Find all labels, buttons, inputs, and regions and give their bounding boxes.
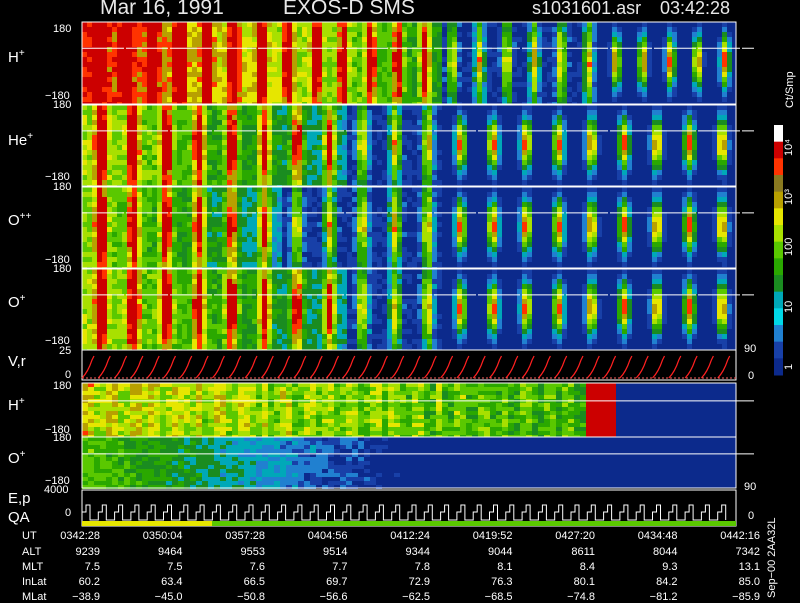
footer-cell: 8.4 [535, 561, 595, 573]
footer-cell: 7.5 [40, 561, 100, 573]
qa-bar-yellow [82, 521, 212, 526]
footer-cell: 9.3 [618, 561, 678, 573]
colorbar-seg-13 [774, 342, 783, 359]
footer-cell: 7.5 [123, 561, 183, 573]
tick-ep-bottom: 0 [65, 507, 71, 519]
footer-cell: 63.4 [123, 576, 183, 588]
footer-cell: 0357:28 [205, 530, 265, 542]
panel-label-h-plus: H+ [8, 48, 25, 66]
footer-cell: 66.5 [205, 576, 265, 588]
footer-cell: 8611 [535, 546, 595, 558]
colorbar-seg-2 [774, 158, 783, 175]
footer-cell: −45.0 [123, 591, 183, 603]
footer-cell: 13.1 [700, 561, 760, 573]
colorbar-seg-7 [774, 242, 783, 259]
footer-cell: 7.8 [370, 561, 430, 573]
tick-p1-top: 180 [53, 23, 71, 35]
footer-cell: 9044 [453, 546, 513, 558]
footer-cell: 76.3 [453, 576, 513, 588]
colorbar-seg-10 [774, 292, 783, 309]
footer-cell: 0412:24 [370, 530, 430, 542]
footer-cell: −68.5 [453, 591, 513, 603]
colorbar-seg-11 [774, 308, 783, 325]
tick-p4-top: 180 [53, 263, 71, 275]
footer-cell: 8.1 [453, 561, 513, 573]
right-tick-ep: 0 [748, 510, 754, 522]
colorbar-tick-100: 100 [783, 238, 795, 256]
sms-spectrogram-figure: Mar 16, 1991 EXOS-D SMS s1031601.asr 03:… [0, 0, 800, 600]
colorbar-seg-6 [774, 225, 783, 242]
footer-cell: −62.5 [370, 591, 430, 603]
footer-cell: −85.9 [700, 591, 760, 603]
footer-cell: 84.2 [618, 576, 678, 588]
footer-cell: 0404:56 [288, 530, 348, 542]
footer-cell: 7.7 [288, 561, 348, 573]
colorbar-tick-1e4: 10⁴ [783, 139, 795, 156]
panel-label-o-plus-lower: O+ [8, 449, 26, 467]
footer-cell: 69.7 [288, 576, 348, 588]
colorbar-seg-5 [774, 208, 783, 225]
panel-label-qa: QA [8, 509, 30, 526]
footer-cell: 9344 [370, 546, 430, 558]
footer-cell: 60.2 [40, 576, 100, 588]
footer-side-note: Sep−00 2AA32L [766, 518, 778, 598]
panel-label-he-plus: He+ [8, 131, 33, 149]
tick-p2-top: 180 [53, 99, 71, 111]
panel-label-ep: E,p [8, 490, 31, 507]
colorbar-tick-10: 10 [783, 301, 795, 313]
right-tick-o-lower: 90 [744, 481, 756, 493]
tick-p3-top: 180 [53, 181, 71, 193]
footer-cell: 85.0 [700, 576, 760, 588]
qa-bar-green [212, 521, 736, 526]
colorbar-seg-0 [774, 125, 783, 142]
footer-cell: 0342:28 [40, 530, 100, 542]
colorbar-seg-8 [774, 258, 783, 275]
footer-cell: 0350:04 [123, 530, 183, 542]
footer-cell: 8044 [618, 546, 678, 558]
panel-label-o-plus: O+ [8, 293, 26, 311]
footer-cell: 7.6 [205, 561, 265, 573]
footer-cell: 0442:16 [700, 530, 760, 542]
footer-cell: −38.9 [40, 591, 100, 603]
colorbar-seg-1 [774, 142, 783, 159]
footer-cell: 9514 [288, 546, 348, 558]
colorbar-seg-14 [774, 358, 783, 375]
right-tick-vr-bottom: 0 [748, 370, 754, 382]
colorbar-seg-9 [774, 275, 783, 292]
ep-panel-frame [82, 490, 736, 526]
tick-p6-top: 180 [53, 380, 71, 392]
colorbar-seg-4 [774, 192, 783, 209]
footer-cell: −56.6 [288, 591, 348, 603]
footer-cell: 9464 [123, 546, 183, 558]
panel-label-h-plus-lower: H+ [8, 396, 25, 414]
colorbar-seg-3 [774, 175, 783, 192]
footer-cell: 9239 [40, 546, 100, 558]
colorbar-tick-1e3: 10³ [783, 189, 795, 205]
footer-cell: 0419:52 [453, 530, 513, 542]
footer-cell: 0427:20 [535, 530, 595, 542]
footer-cell: 80.1 [535, 576, 595, 588]
right-tick-vr-top: 90 [744, 343, 756, 355]
footer-cell: −81.2 [618, 591, 678, 603]
colorbar-unit: Ct/Smp [784, 71, 796, 108]
colorbar-seg-12 [774, 325, 783, 342]
colorbar-tick-1: 1 [783, 364, 795, 370]
tick-p7-top: 180 [53, 432, 71, 444]
footer-cell: 72.9 [370, 576, 430, 588]
footer-cell: −50.8 [205, 591, 265, 603]
tick-ep-top: 4000 [44, 484, 68, 496]
panel-label-o-plusplus: O++ [8, 211, 31, 229]
footer-cell: −74.8 [535, 591, 595, 603]
footer-cell: 7342 [700, 546, 760, 558]
footer-cell: 9553 [205, 546, 265, 558]
spectrogram-svg [0, 0, 800, 600]
footer-cell: 0434:48 [618, 530, 678, 542]
panel-label-vr: V,r [8, 353, 26, 370]
tick-vr-top: 25 [59, 345, 71, 357]
